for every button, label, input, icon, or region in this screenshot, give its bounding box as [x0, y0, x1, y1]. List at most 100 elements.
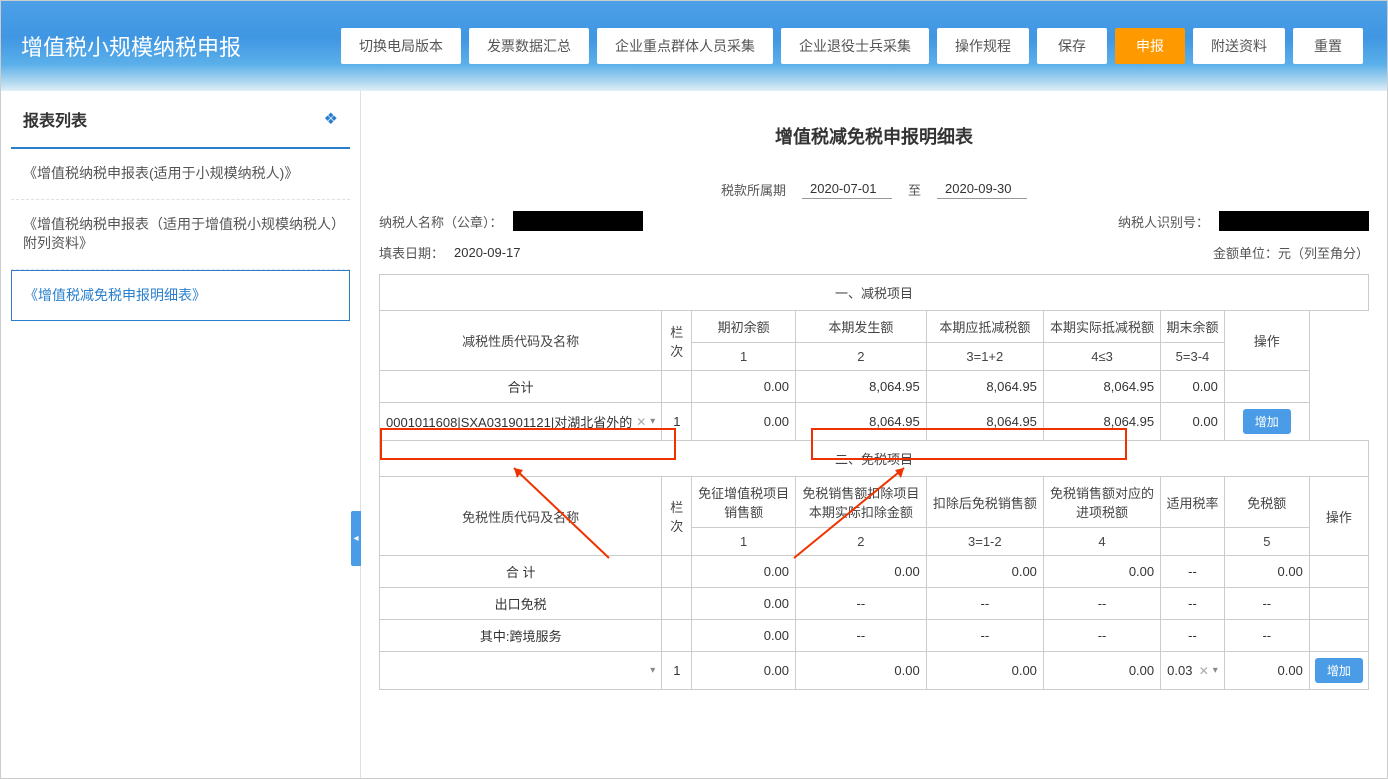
tax-rate-dropdown[interactable]: 0.03 ✕ ▾ — [1161, 663, 1224, 678]
key-groups-button[interactable]: 企业重点群体人员采集 — [597, 28, 773, 64]
table-row-total: 合计 0.00 8,064.95 8,064.95 8,064.95 0.00 — [380, 371, 1369, 403]
t2-total-label: 合 计 — [380, 556, 662, 588]
t2-cb-label: 其中:跨境服务 — [380, 620, 662, 652]
t2-total-c4: 0.00 — [1043, 556, 1160, 588]
t2-total-c1: 0.00 — [692, 556, 796, 588]
sidebar-item-2[interactable]: 《增值税减免税申报明细表》 — [11, 270, 350, 322]
table-row-total: 合 计 0.00 0.00 0.00 0.00 -- 0.00 — [380, 556, 1369, 588]
taxpayer-name-redacted — [513, 211, 643, 231]
th2-c2: 免税销售额扣除项目本期实际扣除金额 — [796, 477, 927, 528]
t2-cb-c4: -- — [1043, 620, 1160, 652]
section1-header: 一、减税项目 — [380, 275, 1369, 311]
t1-r1-c2[interactable]: 8,064.95 — [796, 403, 927, 441]
th-sub-3: 3=1+2 — [926, 343, 1043, 371]
sidebar-item-0[interactable]: 《增值税纳税申报表(适用于小规模纳税人)》 — [11, 149, 350, 200]
invoice-summary-button[interactable]: 发票数据汇总 — [469, 28, 589, 64]
t2-ex-c2: -- — [796, 588, 927, 620]
tax-code-value: 0001011608|SXA031901121|对湖北省外的 — [386, 412, 632, 431]
taxpayer-id-redacted — [1219, 211, 1369, 231]
th2-col: 栏次 — [662, 477, 692, 556]
t1-total-c2: 8,064.95 — [796, 371, 927, 403]
tax-code-dropdown[interactable]: 0001011608|SXA031901121|对湖北省外的 ✕ ▾ — [380, 412, 661, 431]
t2-ex-c5: -- — [1224, 588, 1309, 620]
add-button[interactable]: 增加 — [1243, 409, 1291, 434]
th-sub-1: 1 — [692, 343, 796, 371]
th-sub-5: 5=3-4 — [1161, 343, 1225, 371]
money-unit-label: 金额单位：元（列至角分） — [1213, 243, 1369, 262]
t2-ex-c1: 0.00 — [692, 588, 796, 620]
t2-r1-c4[interactable]: 0.00 — [1043, 652, 1160, 690]
t2-cb-rate: -- — [1161, 620, 1225, 652]
period-label: 税款所属期 — [721, 180, 786, 199]
top-bar: 增值税小规模纳税申报 切换电局版本 发票数据汇总 企业重点群体人员采集 企业退役… — [1, 1, 1387, 91]
layers-icon[interactable]: ❖ — [324, 109, 338, 129]
section2-header: 二、免税项目 — [380, 441, 1369, 477]
page-title: 增值税减免税申报明细表 — [379, 123, 1369, 149]
sidebar-item-1[interactable]: 《增值税纳税申报表（适用于增值税小规模纳税人）附列资料》 — [11, 200, 350, 270]
period-from: 2020-07-01 — [802, 179, 892, 199]
t1-r1-c4[interactable]: 8,064.95 — [1043, 403, 1160, 441]
switch-version-button[interactable]: 切换电局版本 — [341, 28, 461, 64]
attachments-button[interactable]: 附送资料 — [1193, 28, 1285, 64]
th2-code-name: 免税性质代码及名称 — [380, 477, 662, 556]
clear-icon[interactable]: ✕ — [636, 415, 646, 429]
t2-r1-c1[interactable]: 0.00 — [692, 652, 796, 690]
table-row: ▾ 1 0.00 0.00 0.00 0.00 0.03 ✕ ▾ — [380, 652, 1369, 690]
t2-ex-rate: -- — [1161, 588, 1225, 620]
sidebar: 报表列表 ❖ 《增值税纳税申报表(适用于小规模纳税人)》 《增值税纳税申报表（适… — [1, 91, 361, 779]
t1-total-c5: 0.00 — [1161, 371, 1225, 403]
th-sub-2: 2 — [796, 343, 927, 371]
t2-r1-c3[interactable]: 0.00 — [926, 652, 1043, 690]
chevron-down-icon[interactable]: ▾ — [650, 416, 655, 427]
clear-icon[interactable]: ✕ — [1199, 664, 1209, 678]
th2-action: 操作 — [1309, 477, 1368, 556]
exempt-code-dropdown[interactable]: ▾ — [380, 665, 661, 676]
t2-cb-c3: -- — [926, 620, 1043, 652]
t2-r1-c5[interactable]: 0.00 — [1224, 652, 1309, 690]
sidebar-title: 报表列表 — [23, 107, 87, 131]
t2-total-c3: 0.00 — [926, 556, 1043, 588]
procedure-button[interactable]: 操作规程 — [937, 28, 1029, 64]
th-begin: 期初余额 — [692, 311, 796, 343]
tax-reduction-table: 一、减税项目 减税性质代码及名称 栏次 期初余额 本期发生额 本期应抵减税额 本… — [379, 274, 1369, 690]
t2-ex-c4: -- — [1043, 588, 1160, 620]
th-col: 栏次 — [662, 311, 692, 371]
fill-date: 2020-09-17 — [454, 245, 521, 260]
fill-date-label: 填表日期： — [379, 243, 444, 262]
chevron-down-icon[interactable]: ▾ — [1213, 665, 1218, 676]
t1-total-c3: 8,064.95 — [926, 371, 1043, 403]
taxpayer-id-label: 纳税人识别号： — [1118, 212, 1209, 231]
th2-c3: 扣除后免税销售额 — [926, 477, 1043, 528]
t1-r1-c5[interactable]: 0.00 — [1161, 403, 1225, 441]
th2-c1: 免征增值税项目销售额 — [692, 477, 796, 528]
t1-total-c1: 0.00 — [692, 371, 796, 403]
t1-r1-c1[interactable]: 0.00 — [692, 403, 796, 441]
th2-rate: 适用税率 — [1161, 477, 1225, 528]
add-button[interactable]: 增加 — [1315, 658, 1363, 683]
table-row-export: 出口免税 0.00 -- -- -- -- -- — [380, 588, 1369, 620]
t2-export-label: 出口免税 — [380, 588, 662, 620]
th2-c5: 免税额 — [1224, 477, 1309, 528]
save-button[interactable]: 保存 — [1037, 28, 1107, 64]
t2-cb-c5: -- — [1224, 620, 1309, 652]
t2-r1-c2[interactable]: 0.00 — [796, 652, 927, 690]
th-code-name: 减税性质代码及名称 — [380, 311, 662, 371]
chevron-down-icon[interactable]: ▾ — [650, 665, 655, 676]
app-title: 增值税小规模纳税申报 — [21, 30, 241, 62]
t2-total-c5: 0.00 — [1224, 556, 1309, 588]
period-sep: 至 — [908, 180, 921, 199]
period-to: 2020-09-30 — [937, 179, 1027, 199]
sidebar-toggle[interactable]: ◂ — [351, 511, 361, 566]
t1-r1-c3[interactable]: 8,064.95 — [926, 403, 1043, 441]
content: 增值税减免税申报明细表 税款所属期 2020-07-01 至 2020-09-3… — [361, 91, 1387, 779]
taxpayer-name-label: 纳税人名称（公章）： — [379, 212, 503, 231]
table-row: 0001011608|SXA031901121|对湖北省外的 ✕ ▾ 1 0.0… — [380, 403, 1369, 441]
th-end: 期末余额 — [1161, 311, 1225, 343]
th2-sub4: 4 — [1043, 528, 1160, 556]
t2-cb-c1: 0.00 — [692, 620, 796, 652]
reset-button[interactable]: 重置 — [1293, 28, 1363, 64]
retired-soldier-button[interactable]: 企业退役士兵采集 — [781, 28, 929, 64]
declare-button[interactable]: 申报 — [1115, 28, 1185, 64]
t2-cb-c2: -- — [796, 620, 927, 652]
th2-sub1: 1 — [692, 528, 796, 556]
